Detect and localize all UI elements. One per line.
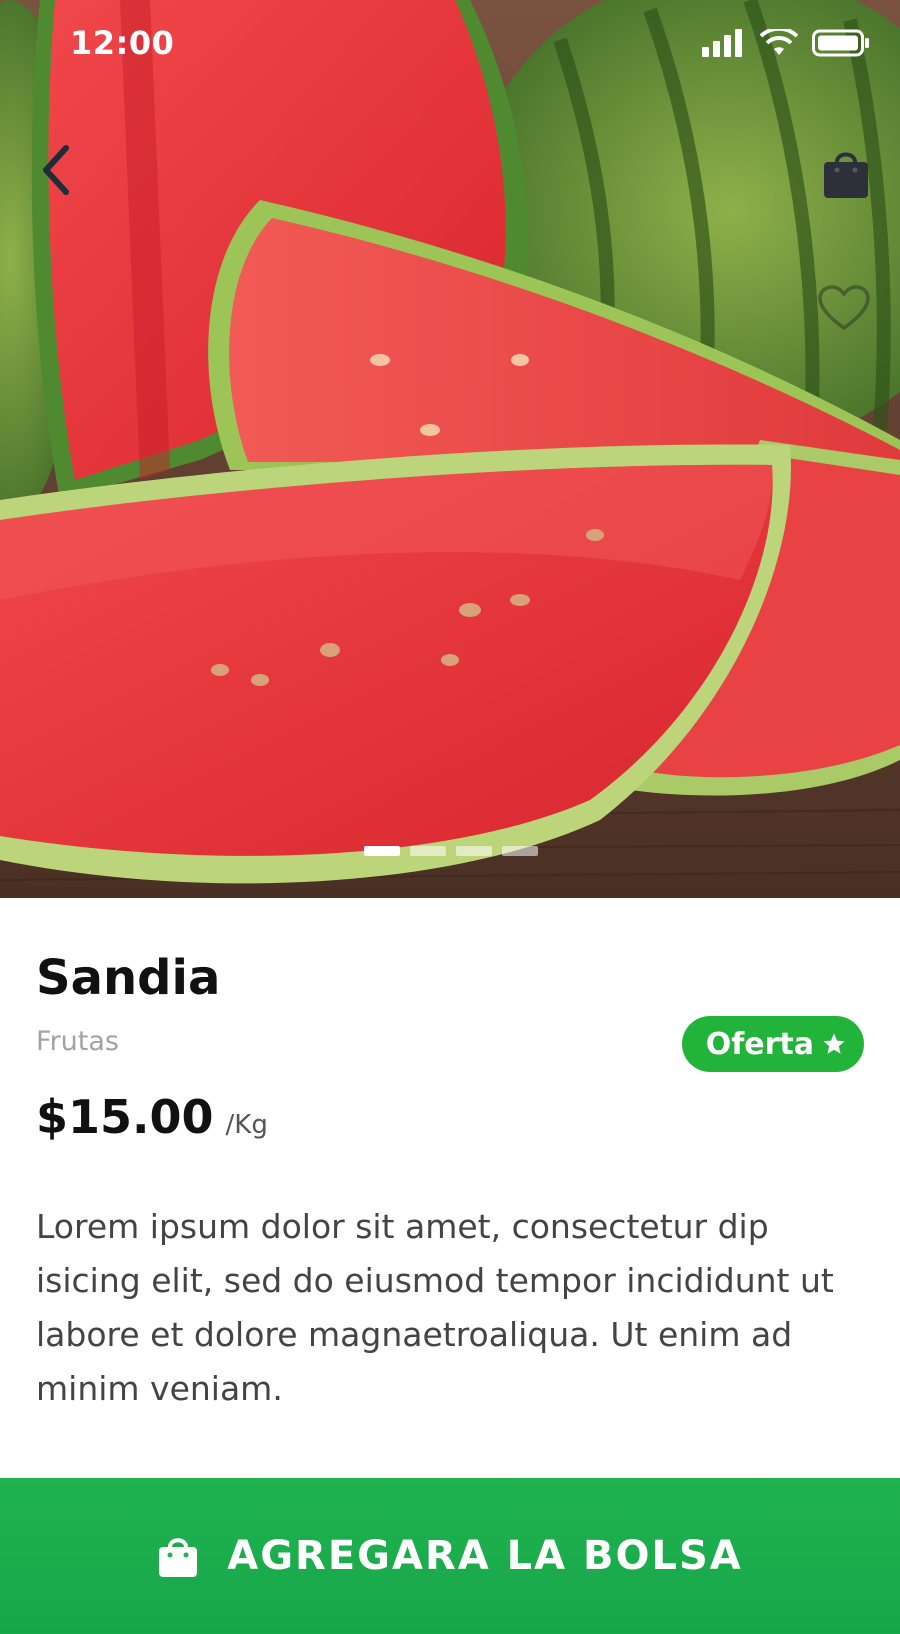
product-category: Frutas bbox=[36, 1026, 119, 1057]
carousel-dot[interactable] bbox=[410, 846, 446, 856]
watermelon-photo bbox=[0, 0, 900, 898]
wifi-icon bbox=[760, 29, 798, 55]
back-button[interactable] bbox=[30, 140, 80, 200]
favorite-button[interactable] bbox=[814, 280, 874, 336]
product-name: Sandia bbox=[36, 950, 221, 1006]
battery-icon bbox=[812, 29, 869, 57]
signal-icon bbox=[702, 29, 742, 57]
carousel-dot[interactable] bbox=[502, 846, 538, 856]
star-icon bbox=[823, 1033, 845, 1054]
heart-icon bbox=[818, 285, 870, 331]
product-image-carousel[interactable]: 12:00 bbox=[0, 0, 900, 898]
status-time: 12:00 bbox=[70, 24, 175, 62]
product-description: Lorem ipsum dolor sit amet, consectetur … bbox=[36, 1207, 834, 1408]
status-icons bbox=[702, 29, 870, 57]
shopping-bag-icon bbox=[824, 152, 868, 198]
carousel-dot[interactable] bbox=[364, 846, 400, 856]
price-row: $15.00 /Kg bbox=[36, 1090, 268, 1144]
offer-badge: Oferta bbox=[681, 1016, 864, 1072]
price-unit: /Kg bbox=[225, 1110, 268, 1140]
shopping-bag-icon bbox=[159, 1538, 198, 1577]
add-to-bag-button[interactable]: AGREGARA LA BOLSA bbox=[0, 1478, 900, 1634]
status-bar: 12:00 bbox=[0, 0, 900, 86]
product-details: Sandia Frutas Oferta $15.00 /Kg Lorem ip… bbox=[0, 898, 900, 1478]
bag-button[interactable] bbox=[818, 140, 874, 204]
carousel-dot[interactable] bbox=[456, 846, 492, 856]
carousel-indicators bbox=[364, 846, 538, 856]
product-price: $15.00 bbox=[36, 1090, 214, 1144]
product-detail-screen: 12:00 Sandia Frutas Oferta $15.00 /Kg Lo… bbox=[0, 0, 900, 1634]
add-to-bag-label: AGREGARA LA BOLSA bbox=[227, 1533, 743, 1579]
chevron-left-icon bbox=[43, 145, 69, 195]
offer-badge-label: Oferta bbox=[705, 1026, 814, 1062]
